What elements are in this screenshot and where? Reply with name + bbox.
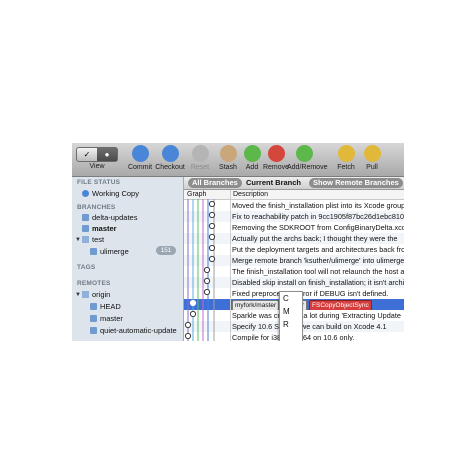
sidebar-item-delta-updates[interactable]: delta-updates [82, 212, 137, 223]
disclosure-triangle-icon[interactable]: ▼ [75, 292, 81, 298]
sidebar-item-ulimerge[interactable]: ulimerge [90, 246, 129, 257]
branch-label: delta-updates [92, 213, 138, 222]
commit-graph [184, 199, 216, 341]
commit-description: Removing the SDKROOT from ConfigBinaryDe… [232, 223, 404, 232]
file-status-heading: FILE STATUS [77, 179, 121, 186]
branch-label: master [100, 314, 123, 323]
sourcetree-window: ✓ ● View Commit Checkout Reset Stash Add Remo… [72, 143, 404, 341]
commit-node [203, 288, 211, 296]
view-segmented-control[interactable]: ✓ ● [76, 147, 118, 162]
commit-description: Fixed preprocessor error if DEBUG isn't … [232, 289, 389, 298]
branch-label: HEAD [100, 302, 121, 311]
commit-description: Disabled skip install on finish_installa… [232, 278, 404, 287]
add-icon [243, 145, 261, 162]
checkout-button[interactable]: Checkout [153, 145, 187, 176]
commit-node [208, 211, 216, 219]
graph-column-header[interactable]: Graph [187, 190, 206, 199]
branch-ref-label[interactable]: myfork/master [232, 300, 280, 310]
sidebar-item-head[interactable]: HEAD [90, 301, 121, 312]
commit-node [189, 299, 197, 307]
commit-node [208, 222, 216, 230]
tab-all-branches[interactable]: All Branches [188, 178, 242, 188]
checkmark-circle-icon [82, 190, 89, 197]
pull-icon [363, 145, 381, 162]
branch-label: master [92, 224, 117, 233]
branch-label: ulimerge [100, 247, 129, 256]
commit-description: The finish_installation tool will not re… [232, 267, 404, 276]
toolbar-button-label: Add/Remove [287, 164, 328, 171]
commit-node [208, 233, 216, 241]
description-column-header[interactable]: Description [233, 190, 268, 199]
toolbar: ✓ ● View Commit Checkout Reset Stash Add Remo… [72, 143, 404, 177]
checkout-icon [161, 145, 179, 162]
commit-node [189, 310, 197, 318]
stash-icon [219, 145, 237, 162]
pull-button[interactable]: Pull [355, 145, 389, 176]
remote-label: origin [92, 290, 111, 299]
commit-node [203, 277, 211, 285]
folder-label: test [92, 235, 105, 244]
commit-description: Moved the finish_installation plist into… [232, 201, 404, 210]
commit-node [184, 321, 192, 329]
remove-icon [267, 145, 285, 162]
commit-node [203, 266, 211, 274]
commit-description: Put the deployment targets and architect… [232, 245, 404, 254]
ahead-count-badge: 151 [156, 246, 176, 255]
branch-icon [90, 327, 97, 334]
branch-icon [90, 315, 97, 322]
add-remove-button[interactable]: Add/Remove [287, 145, 328, 176]
branches-heading: BRANCHES [77, 204, 116, 211]
branch-icon [90, 303, 97, 310]
commit-description: Fix to reachability patch in 9cc1905f87b… [232, 212, 404, 221]
log-view-icon[interactable]: ● [97, 148, 117, 161]
reset-icon [191, 145, 209, 162]
add-remove-icon [295, 145, 313, 162]
sidebar-folder-test[interactable]: test [82, 234, 104, 245]
branch-label: quiet-automatic-update [100, 326, 177, 335]
branch-ref-label[interactable]: FSCopyObjectSync [309, 300, 372, 310]
toolbar-button-label: Pull [366, 164, 378, 171]
popup-line: C [283, 294, 289, 303]
commit-icon [131, 145, 149, 162]
branch-icon [82, 214, 89, 221]
toolbar-button-label: Commit [127, 164, 153, 171]
commit-description: Actually put the archs back; I thought t… [232, 234, 398, 243]
commit-description: Specify 10.6 SDK so we can build on Xcod… [232, 322, 387, 331]
sidebar-item-quiet-automatic-update[interactable]: quiet-automatic-update [90, 325, 177, 336]
commit-description: Sparkle was crashing a lot during 'Extra… [232, 311, 401, 320]
tags-heading: TAGS [77, 264, 96, 271]
commit-node [208, 200, 216, 208]
show-remote-branches-button[interactable]: Show Remote Branches [309, 178, 403, 188]
folder-icon [82, 236, 89, 243]
sidebar-item-remote-master[interactable]: master [90, 313, 123, 324]
sidebar-item-working-copy[interactable]: Working Copy [82, 188, 139, 199]
tab-current-branch[interactable]: Current Branch [242, 178, 305, 188]
context-popup: C M R [279, 291, 303, 341]
working-copy-label: Working Copy [92, 189, 139, 198]
commit-node [208, 244, 216, 252]
folder-icon [82, 291, 89, 298]
column-divider[interactable] [230, 190, 231, 341]
fetch-icon [337, 145, 355, 162]
branch-filter-bar: All Branches Current Branch Show Remote … [184, 177, 404, 190]
remotes-heading: REMOTES [77, 280, 111, 287]
popup-line: M [283, 307, 290, 316]
checkmark-icon[interactable]: ✓ [77, 148, 97, 161]
popup-line: R [283, 320, 289, 329]
disclosure-triangle-icon[interactable]: ▼ [75, 237, 81, 243]
commit-node [184, 332, 192, 340]
branch-icon [90, 248, 97, 255]
commit-button[interactable]: Commit [123, 145, 157, 176]
toolbar-button-label: Checkout [155, 164, 185, 171]
sidebar: FILE STATUS Working Copy BRANCHES delta-… [72, 177, 184, 341]
sidebar-item-master[interactable]: master [82, 223, 117, 234]
commit-node [208, 255, 216, 263]
view-label: View [89, 163, 105, 170]
commit-description: Merge remote branch 'ksuther/ulimerge' i… [232, 256, 404, 265]
branch-icon [82, 225, 89, 232]
sidebar-remote-origin[interactable]: origin [82, 289, 110, 300]
